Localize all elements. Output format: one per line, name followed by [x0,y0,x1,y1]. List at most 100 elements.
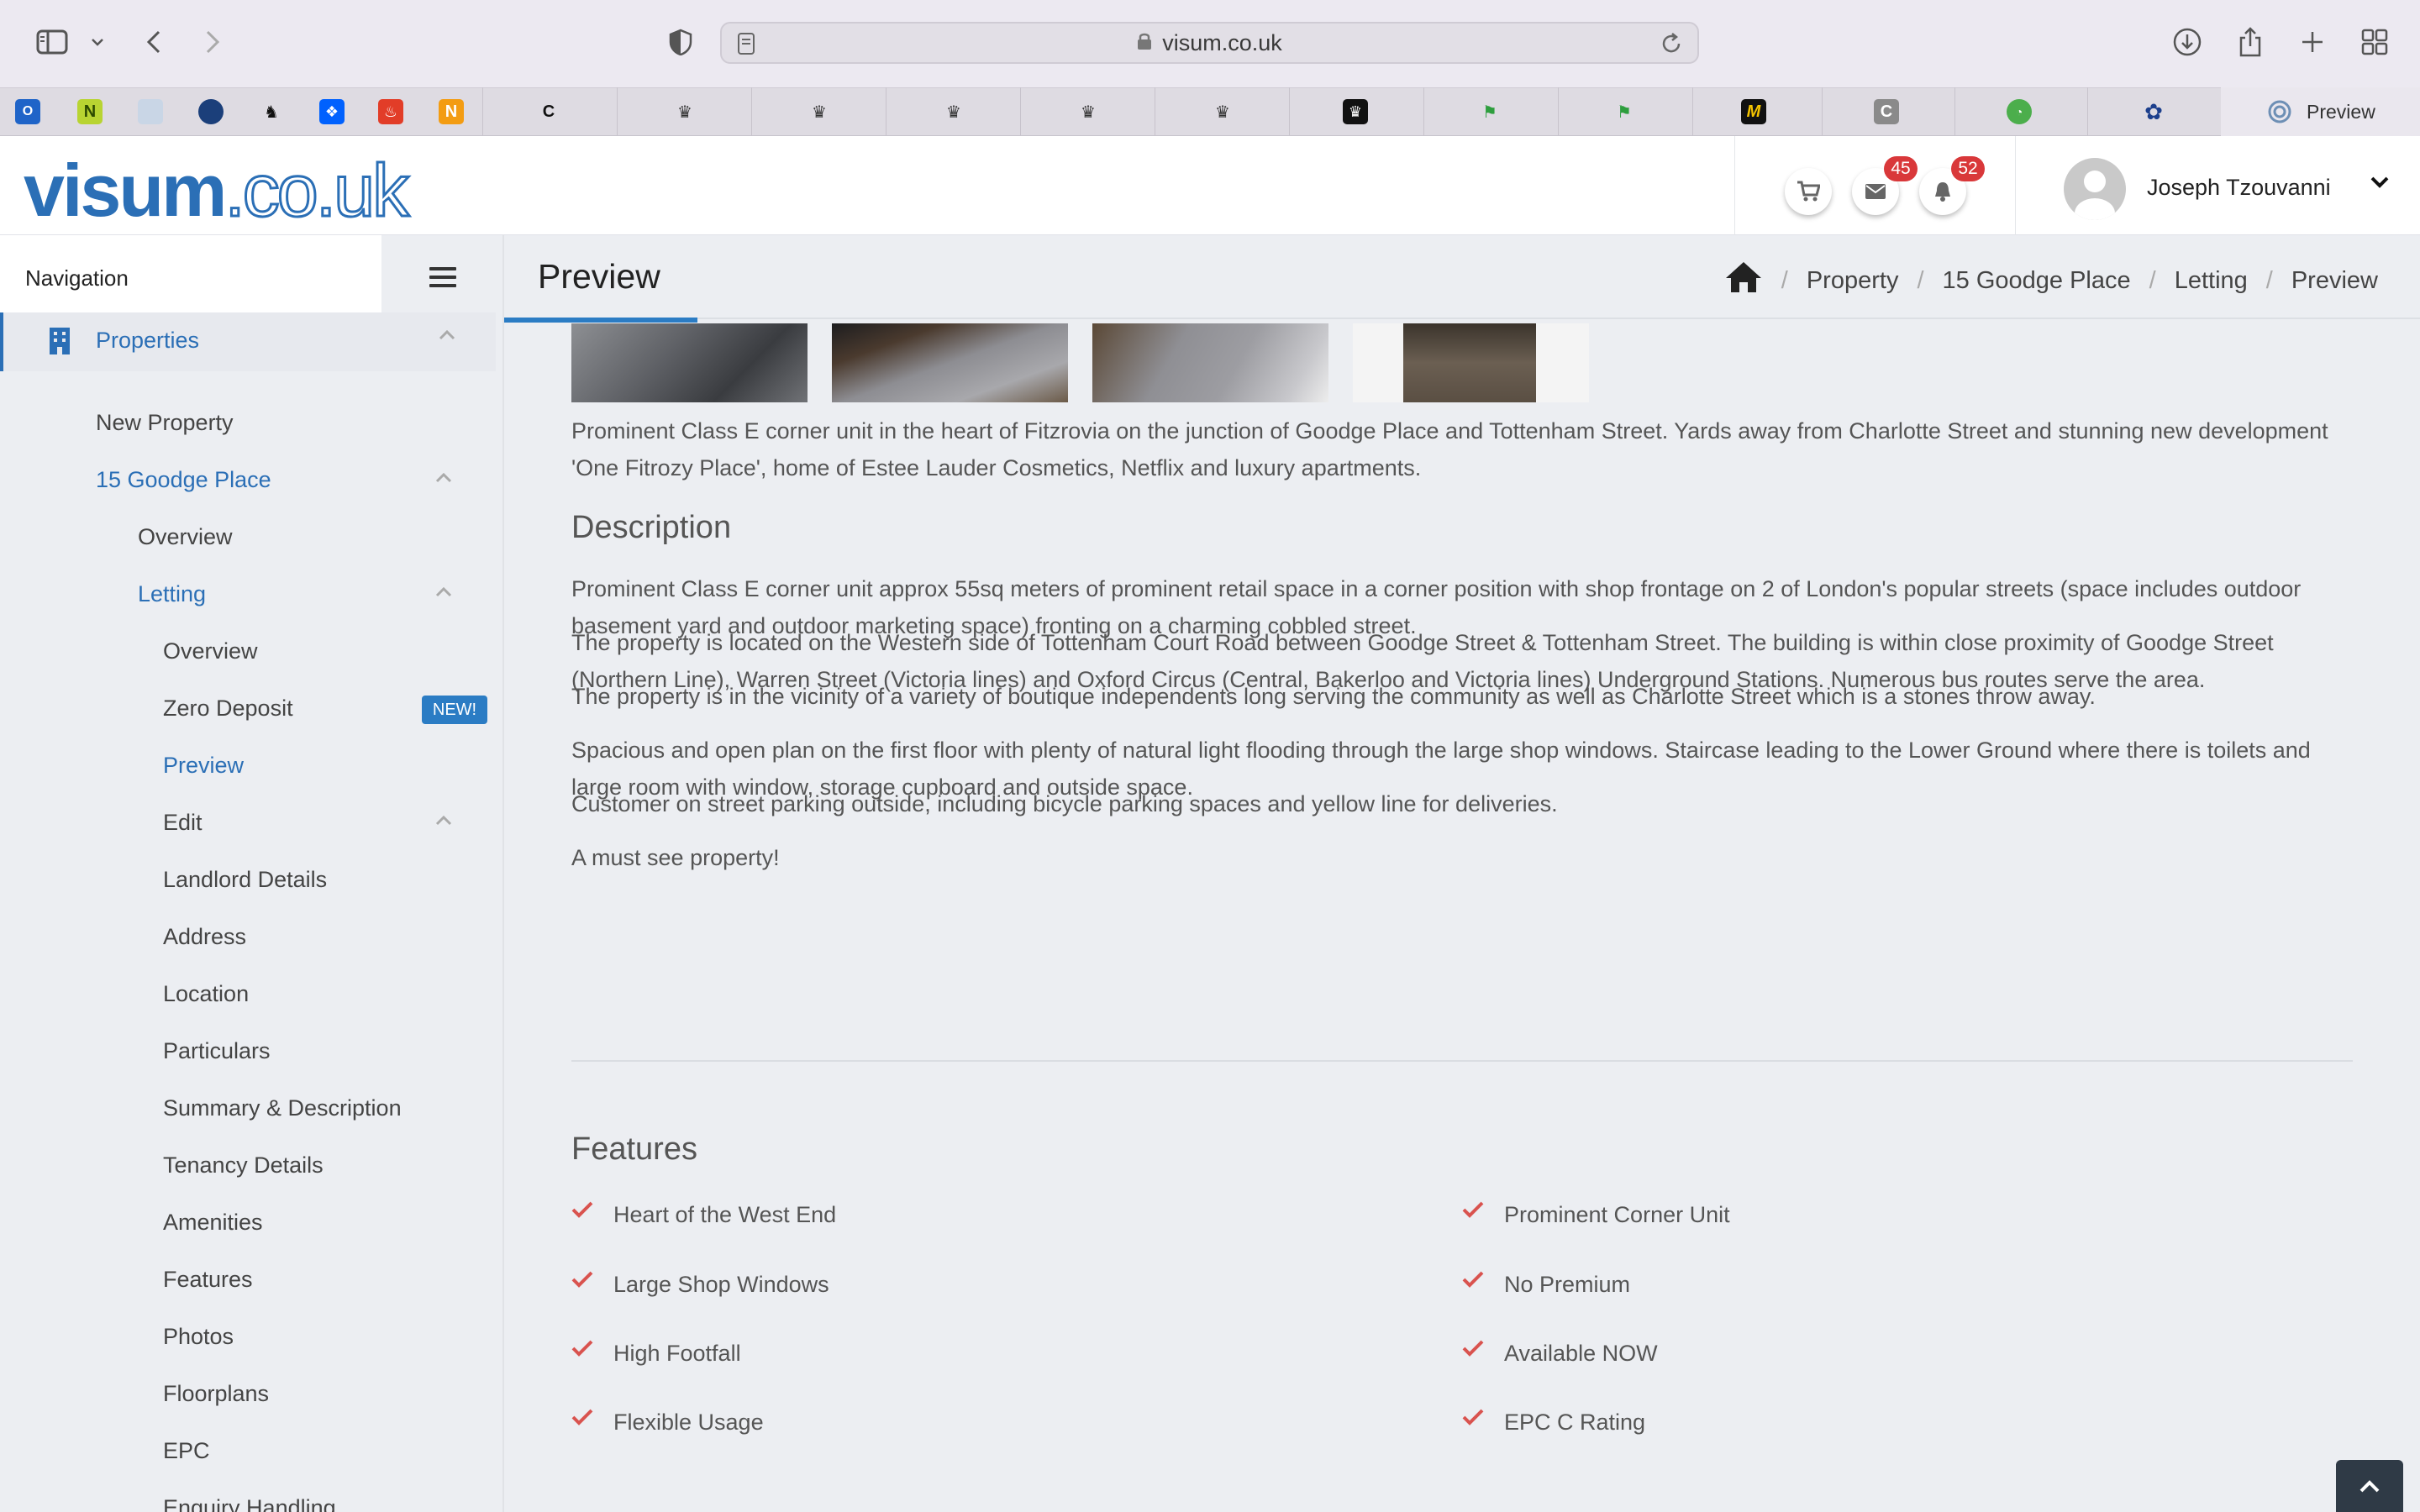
crown-bookmark-icon[interactable]: ♛ [1210,99,1235,124]
sidebar-item-edit[interactable]: Edit [163,810,203,836]
download-icon[interactable] [2170,22,2204,62]
reload-icon[interactable] [1660,32,1682,60]
chevron-down-icon[interactable] [2370,175,2390,194]
notifications-button[interactable]: 52 [1919,156,1985,215]
crown-bookmark-icon[interactable]: ♛ [1076,99,1101,124]
sidebar-item-properties[interactable]: Properties [0,312,496,371]
sidebar-item-letting[interactable]: Letting [138,581,206,607]
globe-bookmark-icon[interactable] [198,99,224,124]
tab-favicon-icon [2268,100,2291,129]
crown-bookmark-icon[interactable]: ♛ [672,99,697,124]
address-bar[interactable]: visum.co.uk [720,22,1699,64]
flag-bookmark-icon[interactable]: ⚑ [1477,99,1502,124]
breadcrumb-letting[interactable]: Letting [2175,267,2248,295]
features-heading: Features [571,1131,697,1167]
chevron-down-icon[interactable] [87,22,108,62]
sidebar-item-location[interactable]: Location [163,981,249,1007]
hamburger-icon [429,267,456,287]
photo-thumbnail[interactable] [832,323,1068,402]
sidebar-item-address[interactable]: Address [163,924,246,950]
n-orange-bookmark-icon[interactable]: N [439,99,464,124]
notifications-count-badge: 52 [1951,156,1985,181]
reader-icon[interactable] [737,32,755,60]
page-title: Preview [538,257,660,296]
flag-bookmark-icon[interactable]: ⚑ [1612,99,1637,124]
sidebar-item-enquiry-handling[interactable]: Enquiry Handling [163,1495,336,1512]
sidebar-item-label: Properties [96,328,200,353]
sidebar-item-landlord-details[interactable]: Landlord Details [163,867,327,893]
chart-bookmark-icon[interactable]: ◔ [2007,99,2032,124]
check-icon [571,1339,593,1362]
feature-item: No Premium [1504,1272,1631,1297]
sidebar-item-overview[interactable]: Overview [138,524,233,550]
sidebar-item-photos[interactable]: Photos [163,1324,234,1350]
messages-button[interactable]: 45 [1852,156,1918,215]
document-bookmark-icon[interactable] [138,99,163,124]
crown-black-bookmark-icon[interactable]: ♛ [1343,99,1368,124]
photo-thumbnail[interactable] [1092,323,1328,402]
sidebar-item-particulars[interactable]: Particulars [163,1038,271,1064]
sidebar-item-zero-deposit[interactable]: Zero Deposit [163,696,293,722]
sidebar-item-preview[interactable]: Preview [163,753,244,779]
scroll-to-top-button[interactable] [2336,1460,2403,1512]
c-grey-bookmark-icon[interactable]: C [1874,99,1899,124]
photo-thumbnail[interactable] [1353,323,1589,402]
sidebar-item-summary-description[interactable]: Summary & Description [163,1095,402,1121]
sidebar-item-floorplans[interactable]: Floorplans [163,1381,269,1407]
new-tab-icon[interactable] [2297,22,2328,62]
feature-item: Flexible Usage [613,1410,764,1435]
photo-thumbnail[interactable] [571,323,808,402]
sidebar: Navigation Properties New Property 15 Go… [0,235,504,1512]
crown-bookmark-icon[interactable]: ♛ [807,99,832,124]
tab-overview-icon[interactable] [2360,22,2390,62]
user-name[interactable]: Joseph Tzouvanni [2147,175,2331,201]
envelope-icon [1865,184,1886,199]
active-tab[interactable]: Preview [2221,87,2420,136]
breadcrumb: / Property / 15 Goodge Place / Letting /… [1724,260,2378,301]
flame-bookmark-icon[interactable]: ♨ [378,99,403,124]
chevron-up-icon[interactable] [434,586,453,602]
forward-icon[interactable] [200,22,225,62]
feature-item: High Footfall [613,1341,741,1366]
c-bookmark-icon[interactable]: C [536,99,561,124]
sidebar-item-letting-overview[interactable]: Overview [163,638,258,664]
feature-item: Large Shop Windows [613,1272,829,1297]
feature-item: Heart of the West End [613,1202,837,1227]
chevron-up-icon[interactable] [438,329,456,345]
active-tab-label: Preview [2307,100,2375,123]
sidebar-item-features[interactable]: Features [163,1267,253,1293]
flower-bookmark-icon[interactable]: ✿ [2141,99,2166,124]
app-header: visum.co.uk 45 52 [0,136,2420,235]
chevron-up-icon[interactable] [434,815,453,831]
menu-toggle-button[interactable] [381,235,502,319]
horse-bookmark-icon[interactable]: ♞ [259,99,284,124]
back-icon[interactable] [141,22,166,62]
breadcrumb-preview: Preview [2291,266,2378,294]
visum-logo[interactable]: visum.co.uk [24,148,411,234]
sidebar-item-15-goodge-place[interactable]: 15 Goodge Place [96,467,271,493]
m-bookmark-icon[interactable]: M [1741,99,1766,124]
check-icon [1462,1408,1484,1431]
outlook-bookmark-icon[interactable]: O [15,99,40,124]
check-icon [1462,1200,1484,1223]
avatar[interactable] [2064,158,2126,220]
breadcrumb-property[interactable]: Property [1807,267,1899,295]
chevron-up-icon [2360,1480,2380,1493]
sidebar-item-amenities[interactable]: Amenities [163,1210,263,1236]
cart-button[interactable] [1785,168,1832,215]
n-bookmark-icon[interactable]: N [77,99,103,124]
browser-toolbar: visum.co.uk [0,0,2420,87]
breadcrumb-15-goodge-place[interactable]: 15 Goodge Place [1943,267,2131,295]
chevron-up-icon[interactable] [434,472,453,488]
page-header: Preview / Property / 15 Goodge Place / L… [504,235,2420,323]
crown-bookmark-icon[interactable]: ♛ [941,99,966,124]
home-icon[interactable] [1724,260,1763,301]
sidebar-toggle-icon[interactable] [34,22,71,62]
sidebar-item-new-property[interactable]: New Property [96,410,234,436]
sidebar-item-epc[interactable]: EPC [163,1438,210,1464]
sidebar-item-tenancy-details[interactable]: Tenancy Details [163,1152,324,1179]
dropbox-bookmark-icon[interactable]: ❖ [319,99,345,124]
share-icon[interactable] [2235,22,2265,62]
check-icon [571,1270,593,1293]
privacy-shield-icon[interactable] [664,22,697,62]
